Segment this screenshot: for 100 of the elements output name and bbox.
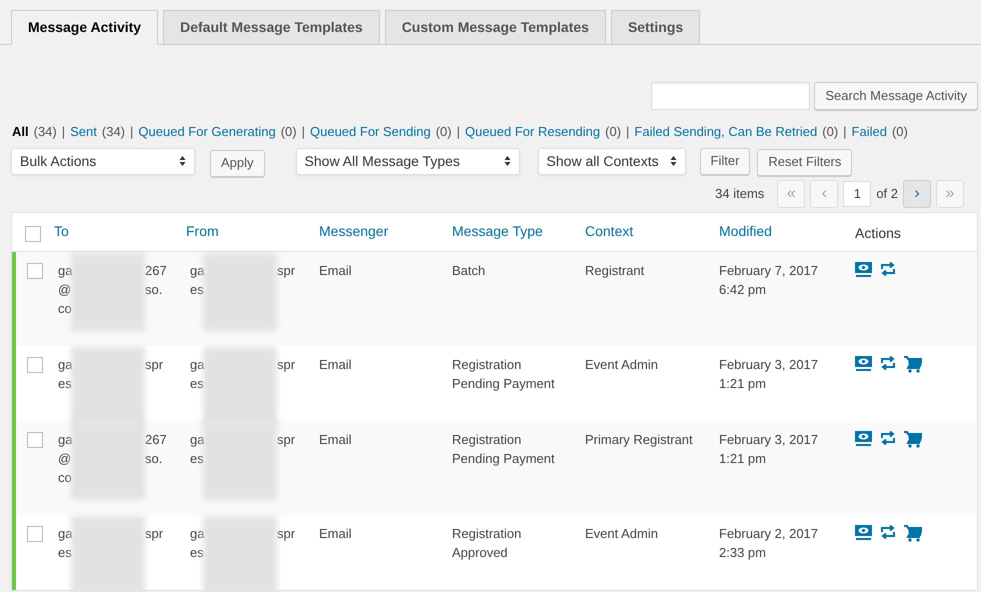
row-checkbox[interactable]	[27, 262, 43, 278]
address-fragment: spr	[145, 356, 164, 374]
column-header[interactable]: To	[54, 221, 186, 242]
address-fragment: spr	[145, 524, 164, 542]
column-header[interactable]: From	[186, 221, 319, 242]
cart-icon[interactable]	[904, 356, 922, 372]
view-filter-link[interactable]: Queued For Generating	[138, 122, 276, 142]
tab[interactable]: Default Message Templates	[163, 10, 380, 45]
address-fragment: so.	[145, 450, 164, 468]
address-fragment: ga	[58, 262, 71, 280]
separator: |	[843, 123, 847, 141]
view-filter-link[interactable]: Queued For Resending	[464, 122, 600, 142]
select-arrows-icon	[670, 155, 677, 167]
message-type-select[interactable]: Show All Message Types	[296, 148, 520, 174]
table-cell-text: 1:21 pm	[719, 374, 767, 392]
eye-monitor-icon[interactable]	[855, 524, 872, 540]
address-fragment: es	[58, 374, 71, 392]
address-fragment: es	[190, 374, 203, 392]
select-arrows-icon	[504, 155, 511, 167]
table-cell: Event Admin	[585, 526, 658, 540]
address-fragment: spr	[277, 524, 296, 542]
view-count: (0)	[822, 123, 838, 141]
address-fragment: @	[58, 450, 71, 468]
context-select[interactable]: Show all Contexts	[538, 148, 686, 174]
table-cell: Email	[319, 262, 352, 278]
cart-icon[interactable]	[904, 430, 922, 448]
page-total: of 2	[876, 184, 898, 203]
address-fragment: es	[190, 280, 203, 298]
address-fragment: spr	[277, 356, 296, 374]
page-number-field[interactable]: 1	[843, 180, 872, 206]
table-cell-text: 1:21 pm	[719, 450, 767, 468]
filter-button[interactable]: Filter	[700, 148, 750, 174]
view-count: (34)	[34, 123, 57, 141]
address-fragment: spr	[277, 430, 296, 448]
separator: |	[130, 123, 134, 141]
repeat-arrows-icon[interactable]	[880, 356, 896, 370]
bulk-actions-select[interactable]: Bulk Actions	[11, 148, 195, 174]
table-cell: Registration Pending Payment	[452, 432, 555, 466]
search-field[interactable]	[651, 82, 810, 110]
column-header[interactable]: Modified	[719, 221, 855, 242]
table-cell-text: 2:33 pm	[719, 544, 767, 562]
apply-button[interactable]: Apply	[210, 150, 265, 176]
view-count: (0)	[605, 123, 622, 141]
eye-monitor-icon[interactable]	[855, 262, 872, 276]
row-checkbox[interactable]	[27, 356, 43, 372]
select-arrows-icon	[179, 155, 186, 167]
row-checkbox[interactable]	[27, 432, 43, 448]
address-fragment: co	[58, 468, 71, 486]
table-cell-text: February 7, 2017	[719, 262, 820, 280]
view-filter-link[interactable]: Failed	[852, 122, 887, 142]
select-all-checkbox[interactable]	[25, 226, 41, 242]
view-filter-link[interactable]: Queued For Sending	[310, 122, 431, 142]
tab[interactable]: Custom Message Templates	[384, 10, 606, 45]
view-filter-link[interactable]: All	[12, 122, 29, 142]
tab[interactable]: Settings	[610, 10, 700, 45]
table-cell: Batch	[452, 262, 486, 278]
address-fragment: ga	[190, 430, 203, 448]
column-header[interactable]: Messenger	[319, 221, 452, 242]
address-fragment: co	[58, 300, 71, 318]
cart-icon[interactable]	[904, 524, 922, 542]
separator: |	[626, 123, 630, 141]
table-cell: Email	[319, 356, 352, 372]
repeat-arrows-icon[interactable]	[880, 430, 896, 444]
column-header[interactable]: Message Type	[452, 221, 585, 242]
view-count: (0)	[892, 123, 908, 141]
table-cell: Registrant	[585, 262, 644, 278]
table-cell: Registration Pending Payment	[452, 356, 555, 390]
tab[interactable]: Message Activity	[11, 10, 158, 45]
address-fragment: @	[58, 280, 71, 298]
address-fragment: ga	[190, 262, 203, 280]
search-button[interactable]: Search Message Activity	[814, 82, 978, 110]
table-cell: Registration Approved	[452, 526, 522, 560]
view-filter-link[interactable]: Failed Sending, Can Be Retried	[634, 122, 818, 142]
repeat-arrows-icon[interactable]	[880, 262, 896, 276]
address-fragment: ga	[58, 430, 71, 448]
column-header[interactable]: Context	[585, 221, 719, 242]
reset-filters-button[interactable]: Reset Filters	[757, 148, 852, 176]
separator: |	[456, 123, 460, 141]
table-cell-text: February 3, 2017	[719, 430, 820, 448]
address-fragment: ga	[58, 524, 71, 542]
view-filter-link[interactable]: Sent	[70, 122, 97, 142]
repeat-arrows-icon[interactable]	[880, 524, 896, 538]
view-count: (0)	[280, 123, 297, 141]
separator: |	[62, 123, 66, 141]
eye-monitor-icon[interactable]	[855, 430, 872, 446]
address-fragment: spr	[277, 262, 296, 280]
separator: |	[302, 123, 305, 141]
eye-monitor-icon[interactable]	[855, 356, 872, 370]
address-fragment: es	[190, 450, 203, 468]
table-cell: Event Admin	[585, 356, 658, 372]
address-fragment: es	[58, 544, 71, 562]
row-checkbox[interactable]	[27, 526, 43, 542]
column-header: Actions	[855, 224, 902, 243]
item-count: 34 items	[715, 184, 764, 203]
address-fragment: ga	[190, 524, 203, 542]
view-count: (0)	[436, 123, 452, 141]
address-fragment: ga	[58, 356, 71, 374]
table-cell-text: February 3, 2017	[719, 356, 820, 374]
next-page-button[interactable]: ›	[903, 180, 931, 208]
address-fragment: so.	[145, 280, 164, 298]
